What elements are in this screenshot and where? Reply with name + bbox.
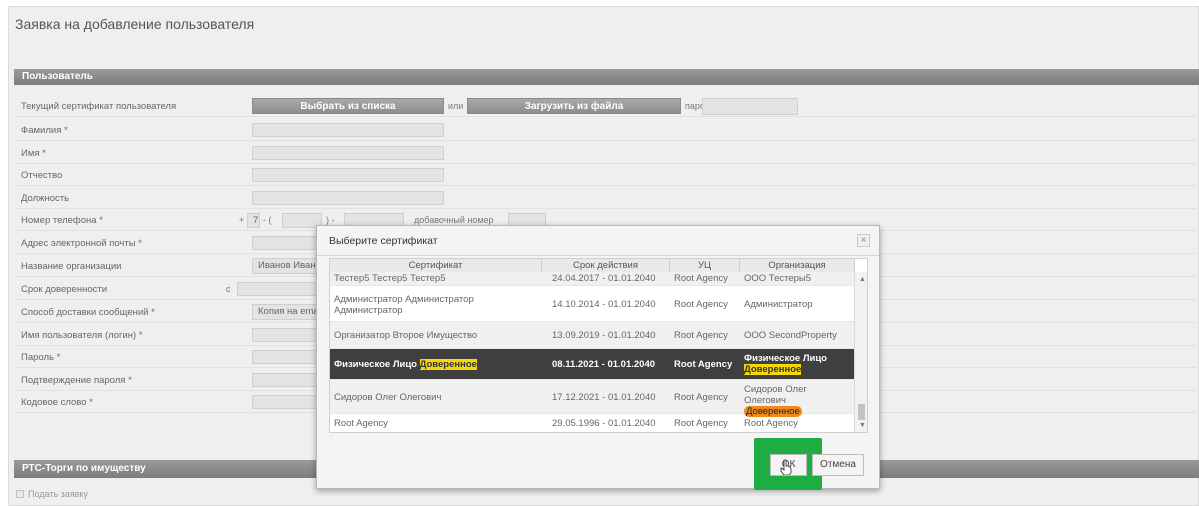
cell-period: 13.09.2019 - 01.01.2040 bbox=[552, 330, 656, 341]
label-surname: Фамилия * bbox=[21, 125, 68, 136]
table-row[interactable]: Организатор Второе Имущество 13.09.2019 … bbox=[330, 322, 855, 349]
phone-plus: + bbox=[239, 215, 245, 225]
cell-certificate: Организатор Второе Имущество bbox=[334, 330, 478, 341]
table-row[interactable]: Администратор Администратор Администрато… bbox=[330, 286, 855, 322]
cell-certificate: Root Agency bbox=[334, 418, 388, 429]
cell-ca: Root Agency bbox=[674, 273, 728, 284]
label-password-confirm: Подтверждение пароля * bbox=[21, 375, 132, 386]
certificate-table: Сертификат Срок действия УЦ Организация … bbox=[329, 258, 868, 433]
col-header-period[interactable]: Срок действия bbox=[542, 259, 670, 272]
table-row[interactable]: Тестер5 Тестер5 Тестер5 24.04.2017 - 01.… bbox=[330, 272, 855, 286]
phone-close-paren: ) - bbox=[326, 215, 335, 225]
col-header-ca[interactable]: УЦ bbox=[670, 259, 740, 272]
cell-certificate: Администратор Администратор Администрато… bbox=[334, 294, 474, 316]
cell-period: 14.10.2014 - 01.01.2040 bbox=[552, 299, 656, 310]
close-icon[interactable]: × bbox=[857, 234, 870, 247]
col-header-organization[interactable]: Организация bbox=[740, 259, 855, 272]
cell-period: 17.12.2021 - 01.01.2040 bbox=[552, 392, 656, 403]
cell-organization: Администратор bbox=[744, 299, 813, 310]
label-code-word: Кодовое слово * bbox=[21, 397, 93, 408]
cell-ca: Root Agency bbox=[674, 359, 733, 370]
row-certificate: Текущий сертификат пользователя Выбрать … bbox=[14, 96, 1199, 117]
label-patronymic: Отчество bbox=[21, 170, 63, 181]
row-name: Имя * bbox=[14, 143, 1199, 164]
label-phone: Номер телефона * bbox=[21, 215, 103, 226]
label-certificate: Текущий сертификат пользователя bbox=[21, 101, 177, 112]
or-text: или bbox=[448, 101, 464, 111]
scroll-down-icon[interactable]: ▼ bbox=[859, 422, 866, 429]
label-organization: Название организации bbox=[21, 261, 122, 272]
cert-name: Физическое Лицо bbox=[334, 359, 417, 370]
section-user-header: Пользователь bbox=[14, 69, 1199, 85]
cell-ca: Root Agency bbox=[674, 418, 728, 429]
cell-period: 29.05.1996 - 01.01.2040 bbox=[552, 418, 656, 429]
page-title: Заявка на добавление пользователя bbox=[15, 16, 255, 32]
phone-open-paren: - ( bbox=[263, 215, 272, 225]
scroll-up-icon[interactable]: ▲ bbox=[859, 276, 866, 283]
name-input[interactable] bbox=[252, 146, 444, 160]
row-patronymic: Отчество bbox=[14, 165, 1199, 186]
cell-certificate: Физическое Лицо Доверенное bbox=[334, 359, 477, 370]
cell-organization: Сидоров Олег Олегович Доверенное bbox=[744, 384, 844, 417]
table-row[interactable]: Сидоров Олег Олегович 17.12.2021 - 01.01… bbox=[330, 380, 855, 417]
label-delivery: Способ доставки сообщений * bbox=[21, 307, 155, 318]
cell-ca: Root Agency bbox=[674, 330, 728, 341]
certificate-password-input[interactable] bbox=[702, 98, 798, 115]
position-input[interactable] bbox=[252, 191, 444, 205]
dialog-header: Выберите сертификат × bbox=[317, 226, 879, 256]
table-row-selected[interactable]: Физическое Лицо Доверенное 08.11.2021 - … bbox=[330, 349, 855, 380]
cancel-button[interactable]: Отмена bbox=[812, 454, 864, 476]
label-login: Имя пользователя (логин) * bbox=[21, 330, 143, 341]
cell-certificate: Тестер5 Тестер5 Тестер5 bbox=[334, 273, 446, 284]
table-row[interactable]: Root Agency 29.05.1996 - 01.01.2040 Root… bbox=[330, 414, 855, 432]
row-position: Должность bbox=[14, 188, 1199, 209]
upload-from-file-button[interactable]: Загрузить из файла bbox=[467, 98, 681, 114]
patronymic-input[interactable] bbox=[252, 168, 444, 182]
validity-from-text: с bbox=[226, 284, 231, 294]
dialog-title: Выберите сертификат bbox=[329, 235, 438, 247]
scrollbar-thumb[interactable] bbox=[858, 404, 865, 420]
cell-period: 08.11.2021 - 01.01.2040 bbox=[552, 359, 656, 370]
cell-ca: Root Agency bbox=[674, 299, 728, 310]
cell-organization: Физическое Лицо Доверенное bbox=[744, 353, 844, 375]
select-certificate-dialog: Выберите сертификат × Сертификат Срок де… bbox=[316, 225, 880, 490]
submit-checkbox[interactable] bbox=[16, 490, 24, 498]
org-name: Физическое Лицо bbox=[744, 353, 827, 364]
cell-period: 24.04.2017 - 01.01.2040 bbox=[552, 273, 656, 284]
label-position: Должность bbox=[21, 193, 70, 204]
col-header-certificate[interactable]: Сертификат bbox=[330, 259, 542, 272]
table-scrollbar[interactable]: ▲ ▼ bbox=[854, 272, 867, 432]
label-name: Имя * bbox=[21, 148, 46, 159]
surname-input[interactable] bbox=[252, 123, 444, 137]
cell-organization: ООО Тестеры5 bbox=[744, 273, 812, 284]
label-password: Пароль * bbox=[21, 352, 61, 363]
hand-cursor-icon bbox=[780, 459, 792, 475]
cell-certificate: Сидоров Олег Олегович bbox=[334, 392, 442, 403]
phone-country-code[interactable]: 7 bbox=[247, 213, 260, 228]
label-email: Адрес электронной почты * bbox=[21, 238, 142, 249]
row-surname: Фамилия * bbox=[14, 120, 1199, 141]
cell-organization: Root Agency bbox=[744, 418, 798, 429]
org-name: Сидоров Олег Олегович bbox=[744, 384, 807, 406]
cell-organization: ООО SecondProperty bbox=[744, 330, 837, 341]
submit-label: Подать заявку bbox=[28, 489, 88, 499]
phone-ext-label: добавочный номер bbox=[414, 215, 494, 225]
label-validity: Срок доверенности bbox=[21, 284, 108, 295]
trusted-tag: Доверенное bbox=[419, 359, 477, 370]
cell-ca: Root Agency bbox=[674, 392, 728, 403]
select-from-list-button[interactable]: Выбрать из списка bbox=[252, 98, 444, 114]
trusted-tag: Доверенное bbox=[744, 364, 802, 375]
